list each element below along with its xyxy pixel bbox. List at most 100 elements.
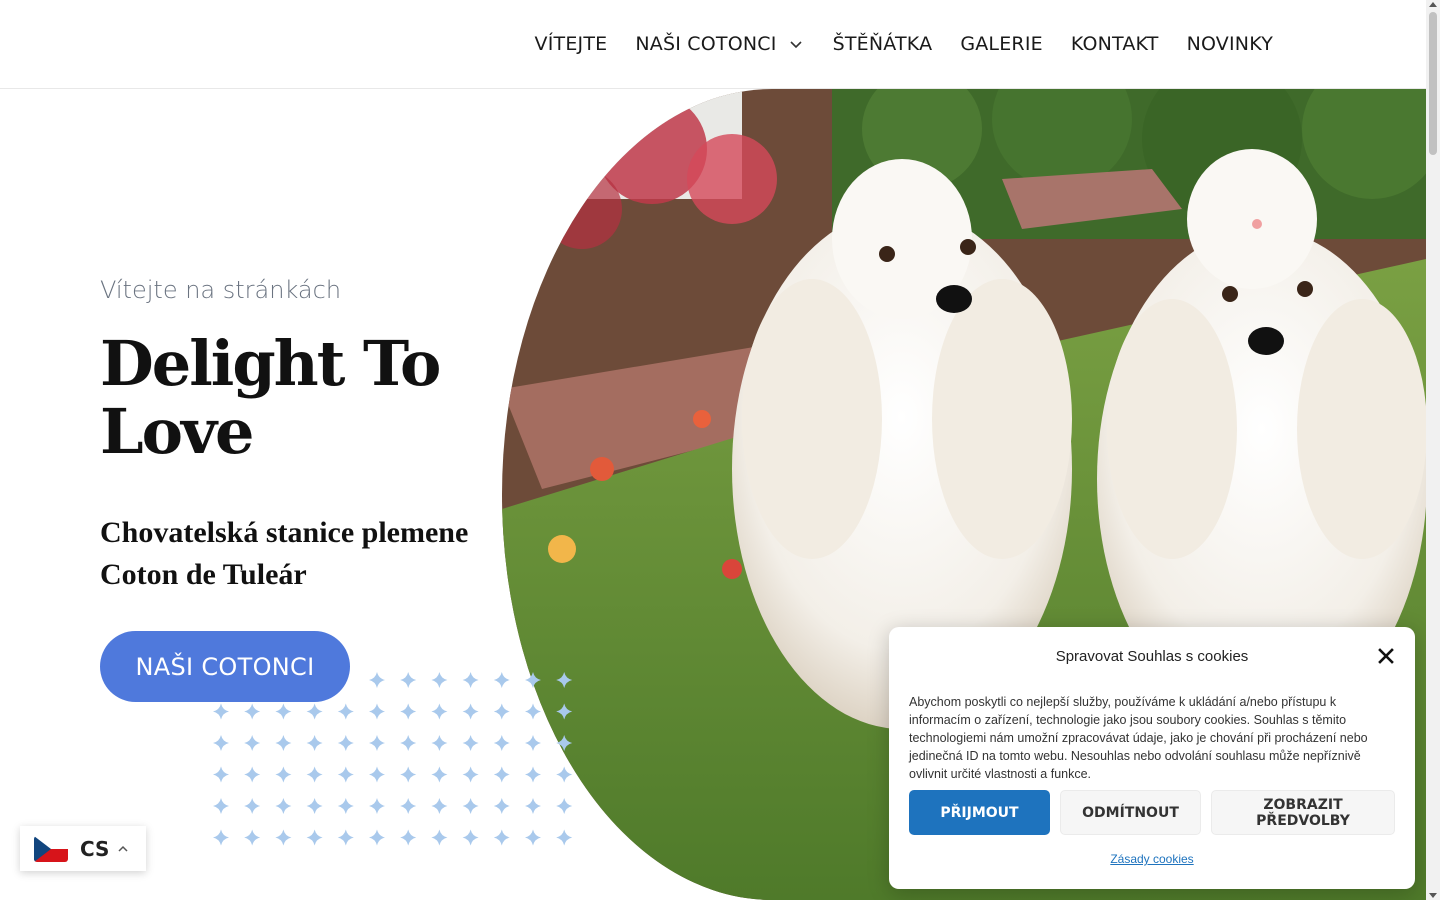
- chevron-up-icon: [118, 845, 128, 852]
- decorative-star: [369, 735, 385, 751]
- decorative-star: [493, 703, 510, 720]
- nav-label: VÍTEJTE: [534, 33, 608, 55]
- decorative-star: [400, 672, 417, 688]
- decorative-star: [244, 735, 261, 751]
- decorative-star: [493, 672, 510, 688]
- decorative-star: [306, 829, 323, 846]
- decorative-star: [337, 829, 354, 846]
- decorative-star: [431, 703, 448, 720]
- decorative-star: [400, 735, 417, 751]
- decorative-star: [525, 766, 541, 783]
- language-switcher[interactable]: CS: [20, 826, 146, 871]
- nav-item-novinky[interactable]: NOVINKY: [1187, 33, 1273, 55]
- decorative-star: [525, 672, 541, 688]
- cookie-description: Abychom poskytli co nejlepší služby, pou…: [909, 695, 1368, 781]
- decorative-star: [213, 703, 229, 720]
- decorative-star: [462, 735, 479, 751]
- decorative-star: [556, 829, 573, 846]
- decorative-star: [213, 798, 229, 814]
- nav-item-kontakt[interactable]: KONTAKT: [1071, 33, 1159, 55]
- decorative-star: [431, 735, 448, 751]
- nav-label: NOVINKY: [1186, 33, 1273, 55]
- decorative-star: [213, 766, 229, 783]
- decorative-star: [369, 798, 385, 814]
- decorative-star: [462, 829, 479, 846]
- decorative-star: [493, 829, 510, 846]
- decorative-star: [431, 766, 448, 783]
- decorative-star: [369, 672, 385, 688]
- nav-label: KONTAKT: [1070, 33, 1159, 55]
- nav-item-stenatka[interactable]: ŠTĚŇÁTKA: [833, 33, 933, 55]
- decorative-star: [431, 798, 448, 814]
- nav-item-vitejte[interactable]: VÍTEJTE: [535, 33, 608, 55]
- decorative-star: [493, 766, 510, 783]
- decorative-star: [213, 829, 229, 846]
- cookie-consent-dialog: Spravovat Souhlas s cookies Abychom posk…: [889, 627, 1415, 889]
- decorative-star: [337, 766, 354, 783]
- decorative-star: [431, 829, 448, 846]
- decorative-star: [369, 829, 385, 846]
- accept-button[interactable]: PŘIJMOUT: [909, 790, 1050, 835]
- decorative-star: [525, 735, 541, 751]
- decorative-star: [462, 798, 479, 814]
- decorative-star: [306, 766, 323, 783]
- hero-subtitle: Vítejte na stránkách: [100, 276, 342, 304]
- decorative-star: [400, 703, 417, 720]
- nav-item-nasi-cotonci[interactable]: NAŠI COTONCI: [635, 33, 804, 55]
- scroll-down-icon[interactable]: [1429, 893, 1437, 898]
- decorative-star: [306, 703, 323, 720]
- language-code: CS: [80, 836, 110, 861]
- decorative-star: [400, 798, 417, 814]
- scroll-up-icon[interactable]: [1429, 2, 1437, 7]
- decorative-star: [462, 672, 479, 688]
- czech-flag-icon: [34, 835, 68, 862]
- decorative-star: [556, 735, 573, 751]
- decorative-star: [244, 798, 261, 814]
- decorative-star: [556, 766, 573, 783]
- decorative-star: [525, 798, 541, 814]
- decorative-star: [337, 798, 354, 814]
- nav-label: ŠTĚŇÁTKA: [832, 33, 933, 55]
- decorative-star: [337, 703, 354, 720]
- site-header: VÍTEJTE NAŠI COTONCI ŠTĚŇÁTKA GALERIE KO…: [0, 0, 1426, 89]
- decorative-star: [462, 766, 479, 783]
- decorative-star: [244, 703, 261, 720]
- decorative-star: [462, 703, 479, 720]
- decorative-star: [275, 735, 292, 751]
- decorative-star: [275, 829, 292, 846]
- nasi-cotonci-button[interactable]: NAŠI COTONCI: [100, 631, 350, 702]
- decorative-star: [525, 829, 541, 846]
- decorative-star: [369, 703, 385, 720]
- decorative-star: [275, 766, 292, 783]
- decorative-star: [275, 703, 292, 720]
- cookie-policy-link[interactable]: Zásady cookies: [889, 852, 1415, 866]
- cookie-title: Spravovat Souhlas s cookies: [1055, 648, 1249, 665]
- decorative-star: [275, 798, 292, 814]
- scrollbar[interactable]: [1426, 0, 1440, 900]
- decorative-star: [400, 766, 417, 783]
- main-nav: VÍTEJTE NAŠI COTONCI ŠTĚŇÁTKA GALERIE KO…: [535, 0, 1273, 88]
- decorative-star: [306, 735, 323, 751]
- chevron-down-icon: [789, 41, 802, 49]
- decorative-star: [306, 798, 323, 814]
- decorative-star: [556, 798, 573, 814]
- hero-title: Delight To Love: [100, 327, 441, 468]
- nav-item-galerie[interactable]: GALERIE: [960, 33, 1043, 55]
- decorative-star: [556, 703, 573, 720]
- decorative-star: [369, 766, 385, 783]
- decorative-star: [400, 829, 417, 846]
- nav-label: NAŠI COTONCI: [635, 33, 777, 55]
- decorative-star: [244, 829, 261, 846]
- decorative-star: [431, 672, 448, 688]
- hero-tagline: Chovatelská stanice plemene Coton de Tul…: [100, 516, 469, 591]
- scroll-thumb[interactable]: [1429, 12, 1437, 155]
- close-icon[interactable]: [1377, 647, 1395, 665]
- decorative-star: [213, 735, 229, 751]
- decorative-star: [493, 735, 510, 751]
- decorative-star: [493, 798, 510, 814]
- decorative-star: [337, 735, 354, 751]
- decorative-star: [244, 766, 261, 783]
- nav-label: GALERIE: [960, 33, 1043, 55]
- preferences-button[interactable]: ZOBRAZIT PŘEDVOLBY: [1211, 790, 1395, 835]
- deny-button[interactable]: ODMÍTNOUT: [1060, 790, 1201, 835]
